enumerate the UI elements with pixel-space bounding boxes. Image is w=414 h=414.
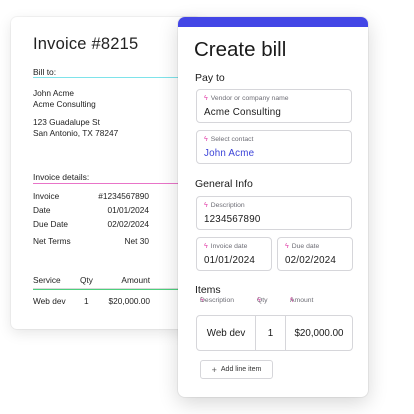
vendor-field-label: ϟ Vendor or company name [204,95,289,102]
amount-cell: $20,000.00 [108,296,150,306]
invoice-details-label: Invoice details: [33,172,90,182]
invoice-date-field[interactable]: ϟ Invoice date 01/01/2024 [196,237,272,271]
invoice-detail-row: Net Terms Net 30 [33,236,149,246]
vendor-value: Acme Consulting [204,107,282,118]
page-title: Create bill [194,38,287,61]
column-header-qty: Qty [80,275,93,285]
items-connector [33,287,187,292]
qty-cell: 1 [84,296,89,306]
due-date-value: 02/02/2024 [285,255,337,266]
detail-label: Net Terms [33,236,71,246]
due-date-field-label: ϟ Due date [285,243,319,250]
description-field[interactable]: ϟ Description 1234567890 [196,196,352,230]
detail-value: Net 30 [124,236,149,246]
line-item-qty-input[interactable]: 1 [256,316,286,350]
invoice-detail-row: Due Date 02/02/2024 [33,219,149,229]
item-col-description-text: Description [200,296,234,304]
invoice-date-field-label: ϟ Invoice date [204,243,247,250]
description-field-label: ϟ Description [204,202,245,209]
accent-bar [178,17,368,27]
create-bill-card: Create bill Pay to ϟ Vendor or company n… [178,17,368,397]
item-col-amount-text: Amount [290,296,314,304]
lightning-bolt-icon: ϟ [204,95,208,102]
bill-to-address-line2: San Antonio, TX 78247 [33,128,119,138]
vendor-field[interactable]: ϟ Vendor or company name Acme Consulting [196,89,352,123]
description-label-text: Description [210,202,245,209]
description-value: 1234567890 [204,214,261,225]
invoice-detail-row: Invoice #1234567890 [33,191,149,201]
contact-label-text: Select contact [210,136,254,143]
add-line-item-button[interactable]: + Add line item [200,360,273,379]
lightning-bolt-icon: ϟ [285,243,289,250]
contact-field-label: ϟ Select contact [204,136,253,143]
lightning-bolt-icon: ϟ [204,243,208,250]
line-item-description-input[interactable]: Web dev [197,316,256,350]
general-info-connector [33,181,187,186]
pay-to-connector [33,75,187,80]
invoice-date-value: 01/01/2024 [204,255,256,266]
contact-value: John Acme [204,148,255,159]
invoice-detail-row: Date 01/01/2024 [33,205,149,215]
invoice-date-label-text: Invoice date [210,243,248,250]
contact-select[interactable]: ϟ Select contact John Acme [196,130,352,164]
general-info-heading: General Info [195,178,253,190]
item-col-qty-text: Qty [257,296,268,304]
line-item-row: Web dev 1 $20,000.00 [196,315,353,351]
bill-to-label: Bill to: [33,67,57,77]
bill-to-company: Acme Consulting [33,99,96,109]
service-cell: Web dev [33,296,66,306]
detail-value: 01/01/2024 [107,205,149,215]
detail-value: #1234567890 [98,191,149,201]
detail-label: Date [33,205,51,215]
invoice-title: Invoice #8215 [33,35,139,53]
plus-icon: + [211,364,217,375]
items-heading: Items [195,284,221,296]
column-header-service: Service [33,275,61,285]
vendor-label-text: Vendor or company name [210,95,289,102]
column-header-amount: Amount [121,275,150,285]
detail-label: Due Date [33,219,69,229]
bill-to-name: John Acme [33,88,75,98]
detail-value: 02/02/2024 [107,219,149,229]
add-line-item-label: Add line item [220,366,262,373]
due-date-field[interactable]: ϟ Due date 02/02/2024 [277,237,353,271]
pay-to-heading: Pay to [195,72,225,84]
lightning-bolt-icon: ϟ [204,202,208,209]
invoice-card: Invoice #8215 Bill to: John Acme Acme Co… [11,17,201,329]
bill-to-address-line1: 123 Guadalupe St [33,117,100,127]
due-date-label-text: Due date [291,243,320,250]
line-item-amount-input[interactable]: $20,000.00 [286,316,352,350]
detail-label: Invoice [33,191,60,201]
lightning-bolt-icon: ϟ [204,136,208,143]
